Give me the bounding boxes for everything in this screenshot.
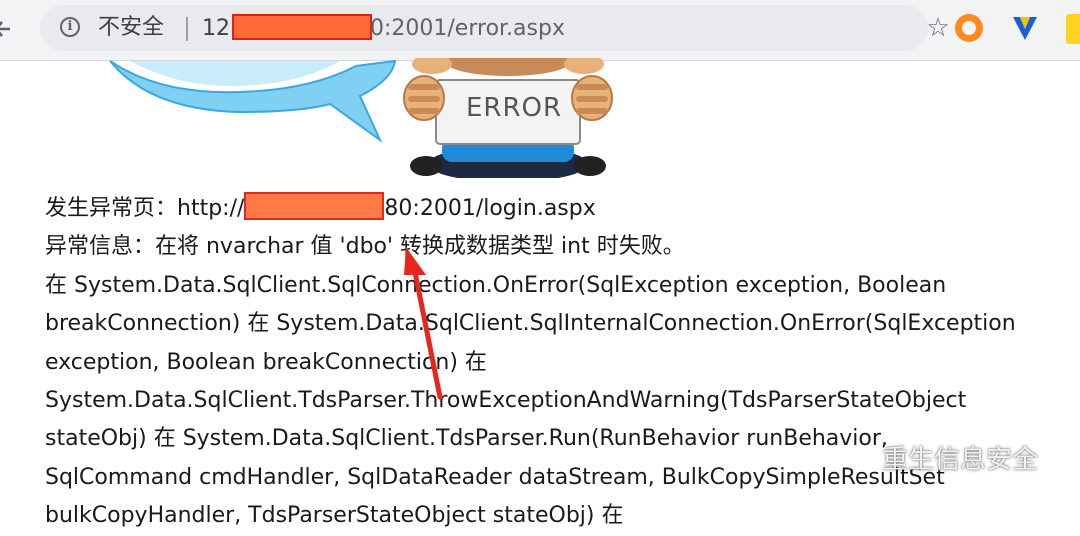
speech-bubble-illustration (109, 59, 397, 144)
stack-trace-line: bulkCopyHandler, TdsParserStateObject st… (45, 503, 624, 529)
stack-trace-line: 在 System.Data.SqlClient.SqlConnection.On… (45, 272, 947, 298)
star-icon[interactable]: ☆ (923, 14, 953, 42)
extension-yellow-icon[interactable] (1066, 14, 1080, 44)
url-redaction-box (244, 192, 385, 220)
error-message: 异常信息：在将 nvarchar 值 'dbo' 转换成数据类型 int 时失败… (45, 234, 685, 260)
watermark-text: 重生信息安全 (882, 445, 1039, 475)
wechat-icon (842, 447, 876, 472)
stack-trace-line: breakConnection) 在 System.Data.SqlClient… (45, 311, 1016, 337)
stack-trace-line: exception, Boolean breakConnection) 在 (45, 349, 487, 375)
stack-trace-line: System.Data.SqlClient.TdsParser.ThrowExc… (45, 388, 967, 414)
watermark: 重生信息安全 (842, 440, 1062, 480)
error-page-line: 发生异常页：http:// 80:2001/login.aspx (45, 190, 1080, 228)
error-page-label: 发生异常页： (45, 196, 178, 221)
error-page-url-suffix: 80:2001/login.aspx (384, 196, 596, 221)
error-details: 发生异常页：http:// 80:2001/login.aspx 异常信息：在将 … (45, 190, 1080, 536)
error-page-url-prefix: http:// (177, 196, 245, 221)
error-sign-text: ERROR (465, 93, 563, 123)
extension-orange-icon[interactable] (955, 14, 983, 42)
extension-v-icon[interactable] (1010, 12, 1040, 44)
